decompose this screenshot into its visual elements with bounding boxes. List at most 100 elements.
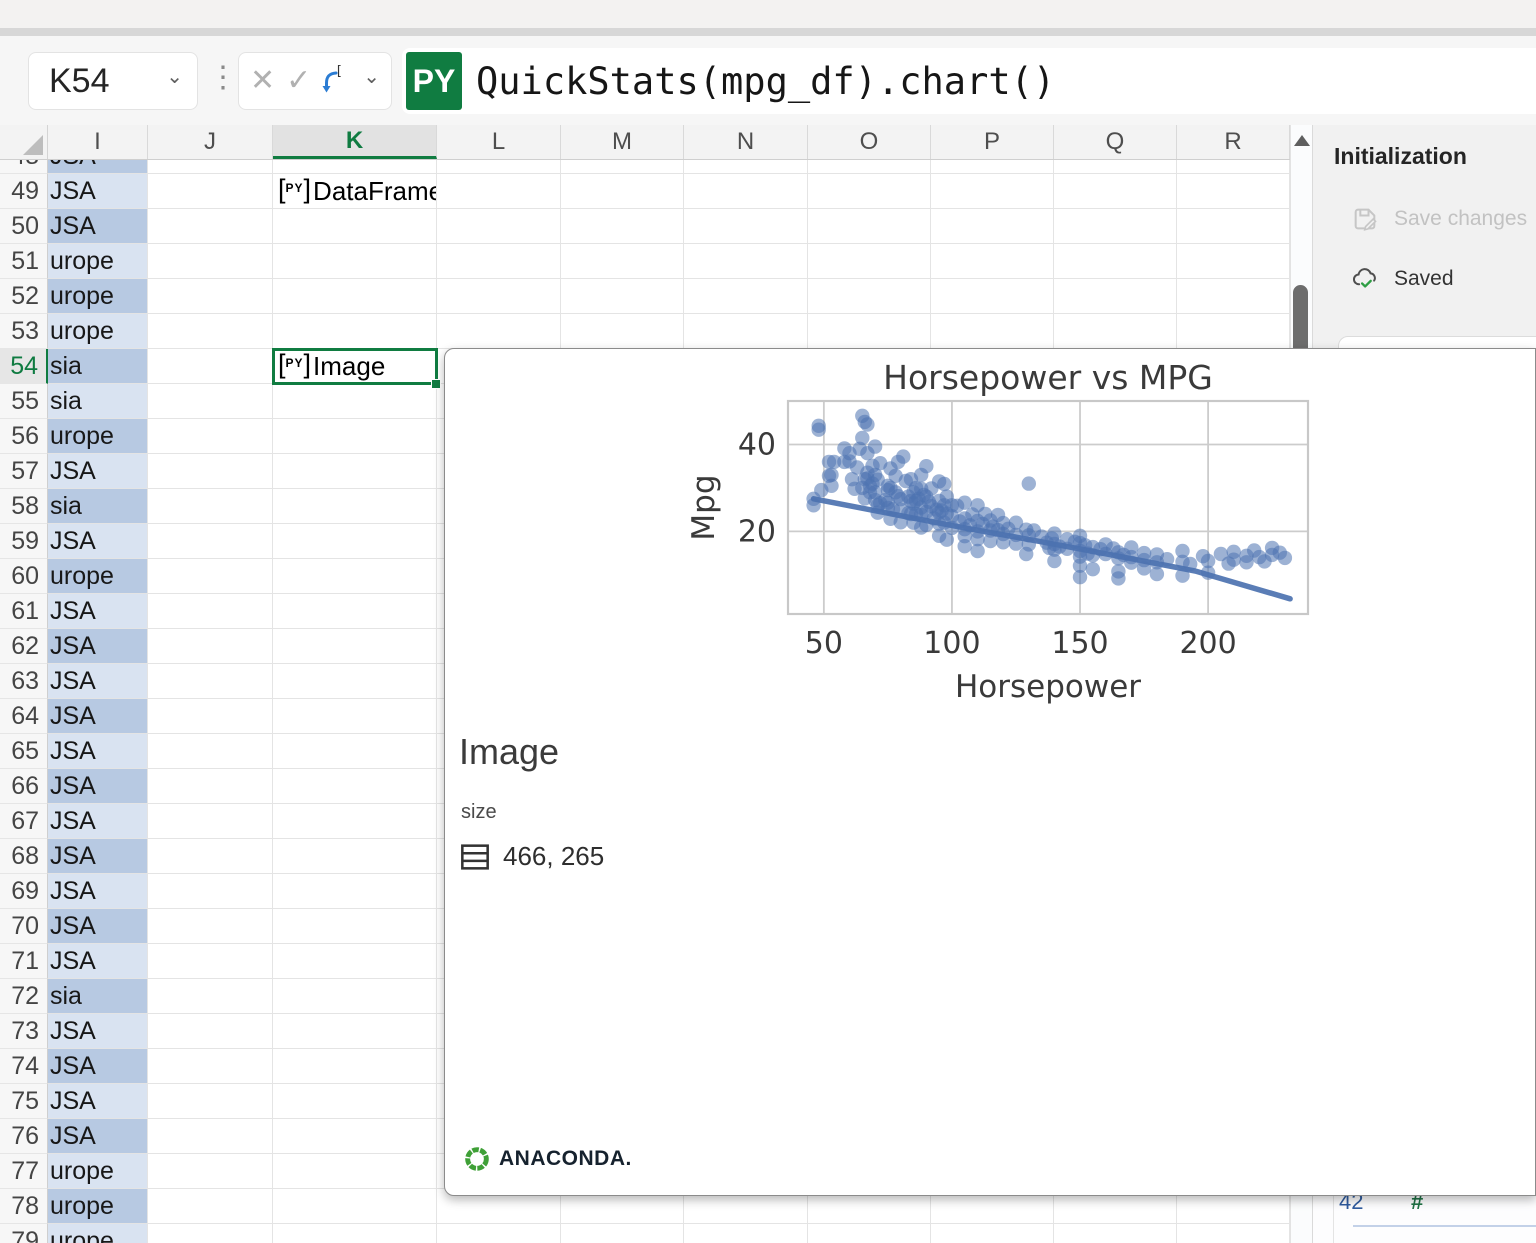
cell-I71[interactable]: JSA xyxy=(48,944,148,979)
cell-K51[interactable] xyxy=(273,244,437,279)
cell-K56[interactable] xyxy=(273,419,437,454)
row-header-78[interactable]: 78 xyxy=(0,1189,48,1224)
cell-J75[interactable] xyxy=(148,1084,273,1119)
column-header-K[interactable]: K xyxy=(273,125,437,159)
cell-J65[interactable] xyxy=(148,734,273,769)
cell-N52[interactable] xyxy=(684,279,808,314)
cell-J71[interactable] xyxy=(148,944,273,979)
cell-I70[interactable]: JSA xyxy=(48,909,148,944)
scroll-up-icon[interactable] xyxy=(1294,135,1310,146)
row-header-56[interactable]: 56 xyxy=(0,419,48,454)
cell-J72[interactable] xyxy=(148,979,273,1014)
cell-K49[interactable]: [PY]DataFrame xyxy=(273,174,437,209)
row-header-60[interactable]: 60 xyxy=(0,559,48,594)
cell-K69[interactable] xyxy=(273,874,437,909)
cell-J63[interactable] xyxy=(148,664,273,699)
cell-I52[interactable]: urope xyxy=(48,279,148,314)
cell-K48[interactable] xyxy=(273,160,437,174)
cell-I58[interactable]: sia xyxy=(48,489,148,524)
insert-python-icon[interactable]: [ ] xyxy=(322,64,352,98)
cell-J73[interactable] xyxy=(148,1014,273,1049)
fill-handle[interactable] xyxy=(431,379,441,389)
cell-Q52[interactable] xyxy=(1054,279,1177,314)
cell-Q53[interactable] xyxy=(1054,314,1177,349)
cell-J49[interactable] xyxy=(148,174,273,209)
row-header-58[interactable]: 58 xyxy=(0,489,48,524)
cell-P50[interactable] xyxy=(931,209,1054,244)
row-header-62[interactable]: 62 xyxy=(0,629,48,664)
cell-I48[interactable]: JSA xyxy=(48,160,148,174)
row-header-51[interactable]: 51 xyxy=(0,244,48,279)
cell-I66[interactable]: JSA xyxy=(48,769,148,804)
column-header-Q[interactable]: Q xyxy=(1054,125,1177,159)
cell-J67[interactable] xyxy=(148,804,273,839)
row-header-77[interactable]: 77 xyxy=(0,1154,48,1189)
cell-I77[interactable]: urope xyxy=(48,1154,148,1189)
cell-Q48[interactable] xyxy=(1054,160,1177,174)
cell-J74[interactable] xyxy=(148,1049,273,1084)
cell-J60[interactable] xyxy=(148,559,273,594)
cell-P51[interactable] xyxy=(931,244,1054,279)
cell-Q50[interactable] xyxy=(1054,209,1177,244)
column-header-N[interactable]: N xyxy=(684,125,808,159)
cell-L49[interactable] xyxy=(437,174,561,209)
row-header-74[interactable]: 74 xyxy=(0,1049,48,1084)
column-header-M[interactable]: M xyxy=(561,125,684,159)
cell-M53[interactable] xyxy=(561,314,684,349)
row-header-73[interactable]: 73 xyxy=(0,1014,48,1049)
cell-M52[interactable] xyxy=(561,279,684,314)
cell-K59[interactable] xyxy=(273,524,437,559)
cell-R51[interactable] xyxy=(1177,244,1290,279)
cell-J48[interactable] xyxy=(148,160,273,174)
select-all-corner[interactable] xyxy=(0,125,48,159)
cell-K54[interactable]: [PY]Image xyxy=(273,349,437,384)
save-changes-button[interactable]: Save changes xyxy=(1351,205,1527,233)
cell-N49[interactable] xyxy=(684,174,808,209)
cell-K76[interactable] xyxy=(273,1119,437,1154)
cell-K55[interactable] xyxy=(273,384,437,419)
cell-R53[interactable] xyxy=(1177,314,1290,349)
row-header-76[interactable]: 76 xyxy=(0,1119,48,1154)
cell-P52[interactable] xyxy=(931,279,1054,314)
cell-K74[interactable] xyxy=(273,1049,437,1084)
row-header-75[interactable]: 75 xyxy=(0,1084,48,1119)
cell-O52[interactable] xyxy=(808,279,931,314)
row-header-63[interactable]: 63 xyxy=(0,664,48,699)
row-header-64[interactable]: 64 xyxy=(0,699,48,734)
row-header-49[interactable]: 49 xyxy=(0,174,48,209)
cell-J54[interactable] xyxy=(148,349,273,384)
row-header-65[interactable]: 65 xyxy=(0,734,48,769)
cell-I63[interactable]: JSA xyxy=(48,664,148,699)
cell-K73[interactable] xyxy=(273,1014,437,1049)
column-header-P[interactable]: P xyxy=(931,125,1054,159)
cell-M79[interactable] xyxy=(561,1224,684,1243)
cell-I62[interactable]: JSA xyxy=(48,629,148,664)
cell-I54[interactable]: sia xyxy=(48,349,148,384)
row-header-67[interactable]: 67 xyxy=(0,804,48,839)
formula-input[interactable]: PY QuickStats(mpg_df).chart() xyxy=(402,48,1536,114)
cell-J68[interactable] xyxy=(148,839,273,874)
cell-Q49[interactable] xyxy=(1054,174,1177,209)
cell-I75[interactable]: JSA xyxy=(48,1084,148,1119)
cell-R50[interactable] xyxy=(1177,209,1290,244)
row-header-52[interactable]: 52 xyxy=(0,279,48,314)
column-header-J[interactable]: J xyxy=(148,125,273,159)
cell-I61[interactable]: JSA xyxy=(48,594,148,629)
cell-L50[interactable] xyxy=(437,209,561,244)
cell-J69[interactable] xyxy=(148,874,273,909)
cell-K66[interactable] xyxy=(273,769,437,804)
cell-I64[interactable]: JSA xyxy=(48,699,148,734)
cell-I53[interactable]: urope xyxy=(48,314,148,349)
cell-J51[interactable] xyxy=(148,244,273,279)
cell-P49[interactable] xyxy=(931,174,1054,209)
cell-I67[interactable]: JSA xyxy=(48,804,148,839)
cell-I51[interactable]: urope xyxy=(48,244,148,279)
cell-I76[interactable]: JSA xyxy=(48,1119,148,1154)
cell-P53[interactable] xyxy=(931,314,1054,349)
row-header-72[interactable]: 72 xyxy=(0,979,48,1014)
cell-J62[interactable] xyxy=(148,629,273,664)
cell-N53[interactable] xyxy=(684,314,808,349)
cell-J64[interactable] xyxy=(148,699,273,734)
cell-I72[interactable]: sia xyxy=(48,979,148,1014)
cell-K62[interactable] xyxy=(273,629,437,664)
